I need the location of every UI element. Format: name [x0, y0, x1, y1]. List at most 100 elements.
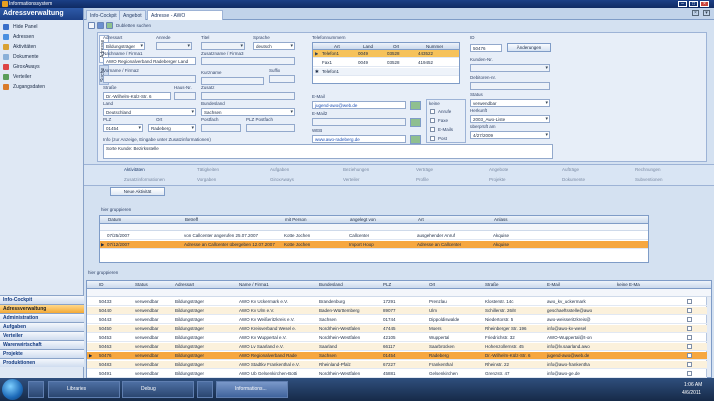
- address-row[interactable]: ▶ 50476 verwendbar Bildungsträger AWO Region…: [87, 352, 707, 360]
- clock-time[interactable]: 1:06 AM: [684, 382, 702, 388]
- keine-anrufe-checkbox[interactable]: [430, 109, 435, 114]
- status-select[interactable]: verwendbar: [470, 99, 550, 107]
- tab-close-icon[interactable]: ×: [692, 10, 699, 16]
- address-row[interactable]: 50483 verwendbar Bildungsträger AWO Stadtkv…: [87, 361, 707, 369]
- herkunft-select[interactable]: 2003_Awo-Liste: [470, 115, 550, 123]
- sidebar-item-giroxaways[interactable]: GiroxAways: [0, 62, 83, 72]
- web-field[interactable]: www.awo-radeberg.de: [312, 135, 406, 143]
- address-col-keine-e-ma[interactable]: keine E-Ma: [617, 282, 640, 287]
- plz-field[interactable]: 01454: [103, 124, 143, 132]
- activity-tab-vertr-ge[interactable]: Verträge: [416, 167, 433, 172]
- nav-info-cockpit[interactable]: Info-Cockpit: [0, 295, 84, 304]
- nav-adressverwaltung[interactable]: Adressverwaltung: [0, 304, 84, 313]
- clock-date[interactable]: 4/6/2011: [682, 390, 701, 396]
- keine-email-checkbox[interactable]: [687, 299, 692, 304]
- plz-postfach-field[interactable]: [246, 124, 295, 132]
- sprache-select[interactable]: deutsch: [253, 42, 295, 50]
- address-col-stra-e[interactable]: Straße: [485, 282, 499, 287]
- activity-col-anlass[interactable]: Anlass: [494, 217, 508, 222]
- send-email2-icon[interactable]: [410, 118, 421, 127]
- land-select[interactable]: Deutschland: [103, 108, 196, 116]
- address-row[interactable]: 50491 verwendbar Bildungsträger AWO Ub Gels…: [87, 370, 707, 378]
- activity-row[interactable]: ▶ 07/12/2007 Adresse an Callcenter übergeb…: [100, 241, 648, 249]
- address-col-bundesland[interactable]: Bundesland: [319, 282, 343, 287]
- hausnr-field[interactable]: [174, 92, 196, 100]
- activity-tab-beziehungen[interactable]: Beziehungen: [343, 167, 369, 172]
- aenderungen-button[interactable]: Änderungen: [507, 43, 551, 52]
- duplicates-button[interactable]: Dubletten suchen: [116, 23, 151, 28]
- nav-produktionen[interactable]: Produktionen: [0, 358, 84, 367]
- activity-tab-giroxaways[interactable]: GiroxAways: [270, 177, 294, 182]
- email2-field[interactable]: [312, 118, 406, 126]
- activity-col-betreff[interactable]: Betreff: [185, 217, 198, 222]
- start-button[interactable]: [2, 379, 23, 400]
- new-icon[interactable]: [88, 22, 95, 29]
- vorname-field[interactable]: [103, 75, 196, 83]
- minimize-button[interactable]: –: [678, 1, 687, 7]
- activity-tab-angebote[interactable]: Angebote: [489, 167, 508, 172]
- save-icon[interactable]: [97, 22, 104, 29]
- system-tray-icons[interactable]: [604, 384, 668, 394]
- tab-adresse[interactable]: Adresse - AWO Regionalverba...: [147, 10, 223, 20]
- nav-administration[interactable]: Administration: [0, 313, 84, 322]
- explorer-icon[interactable]: [28, 381, 44, 398]
- close-button[interactable]: ×: [700, 1, 709, 7]
- activity-col-mit-person[interactable]: mit Person: [285, 217, 307, 222]
- address-col-plz[interactable]: PLZ: [383, 282, 391, 287]
- phone-row[interactable]: ▶ Telefon1 0049 03528 443522: [313, 50, 459, 58]
- activity-row[interactable]: 07/25/2007 von Callcenter angerufen 25.07…: [100, 232, 648, 240]
- sidebar-item-aktivit-ten[interactable]: Aktivitäten: [0, 42, 83, 52]
- visual-studio-icon[interactable]: [197, 381, 213, 398]
- keine-email-checkbox[interactable]: [687, 326, 692, 331]
- address-col-name-firma1[interactable]: Name / Firma1: [239, 282, 269, 287]
- activities-filter-row[interactable]: [100, 224, 648, 231]
- activity-tab-vorgaben[interactable]: Vorgaben: [197, 177, 216, 182]
- activity-tab-subventionen[interactable]: Subventionen: [635, 177, 663, 182]
- refresh-icon[interactable]: [106, 22, 113, 29]
- keine-post-checkbox[interactable]: [430, 136, 435, 141]
- nachname-field[interactable]: AWO Regionalverband Radeberger Land: [103, 57, 196, 65]
- sidebar-item-adressen[interactable]: Adressen: [0, 32, 83, 42]
- maximize-button[interactable]: □: [689, 1, 698, 7]
- info-field[interactable]: Sorte Kunde: Bezirksstelle: [103, 144, 553, 159]
- ueberprueft-field[interactable]: 4/27/2009: [470, 131, 550, 139]
- nav-verteiler[interactable]: Verteiler: [0, 331, 84, 340]
- new-activity-button[interactable]: Neue Aktivität: [110, 187, 165, 196]
- activity-tab-dokumente[interactable]: Dokumente: [562, 177, 585, 182]
- activity-col-art[interactable]: Art: [418, 217, 424, 222]
- activity-tab-projekte[interactable]: Projekte: [489, 177, 506, 182]
- send-email-icon[interactable]: [410, 101, 421, 110]
- taskbar-libraries[interactable]: Libraries: [48, 381, 120, 398]
- activity-tab-auftr-ge[interactable]: Aufträge: [562, 167, 579, 172]
- nav-warenwirtschaft[interactable]: Warenwirtschaft: [0, 340, 84, 349]
- activity-tab-aktivit-ten[interactable]: Aktivitäten: [124, 167, 145, 172]
- activity-col-angelegt-von[interactable]: angelegt von: [350, 217, 376, 222]
- address-row[interactable]: 50453 verwendbar Bildungsträger AWO Kv Wupp…: [87, 334, 707, 342]
- tab-angebot[interactable]: Angebot: [119, 10, 146, 20]
- keine-email-checkbox[interactable]: [687, 317, 692, 322]
- zusatz-field[interactable]: [201, 92, 295, 100]
- sidebar-item-zugangsdaten[interactable]: Zugangsdaten: [0, 82, 83, 92]
- phone-row[interactable]: Fax1 0049 03528 419452: [313, 59, 459, 67]
- taskbar-informationssystem[interactable]: Informations...: [216, 381, 288, 398]
- postfach-field[interactable]: [201, 124, 241, 132]
- address-row[interactable]: 50443 verwendbar Bildungsträger AWO Kv Weiß…: [87, 316, 707, 324]
- suffix-field[interactable]: [269, 75, 295, 83]
- address-filter-row[interactable]: [87, 289, 711, 297]
- keine-email-checkbox[interactable]: [687, 353, 692, 358]
- activity-tab-verteiler[interactable]: Verteiler: [343, 177, 360, 182]
- address-row[interactable]: 50450 verwendbar Bildungsträger AWO Kreisve…: [87, 325, 707, 333]
- address-col-adressart[interactable]: Adressart: [175, 282, 194, 287]
- sidebar-item-verteiler[interactable]: Verteiler: [0, 72, 83, 82]
- anrede-select[interactable]: [156, 42, 192, 50]
- tab-menu-icon[interactable]: ▾: [703, 10, 710, 16]
- nav-projekte[interactable]: Projekte: [0, 349, 84, 358]
- sidebar-item-dokumente[interactable]: Dokumente: [0, 52, 83, 62]
- taskbar-debug[interactable]: Debug: [122, 381, 194, 398]
- activity-tab-rechnungen[interactable]: Rechnungen: [635, 167, 661, 172]
- address-row[interactable]: 50433 verwendbar Bildungsträger AWO Kv Ucke…: [87, 298, 707, 306]
- nav-aufgaben[interactable]: Aufgaben: [0, 322, 84, 331]
- address-row[interactable]: 50463 verwendbar Bildungsträger AWO Lv Saar…: [87, 343, 707, 351]
- address-col-status[interactable]: Status: [135, 282, 148, 287]
- keine-emails-checkbox[interactable]: [430, 127, 435, 132]
